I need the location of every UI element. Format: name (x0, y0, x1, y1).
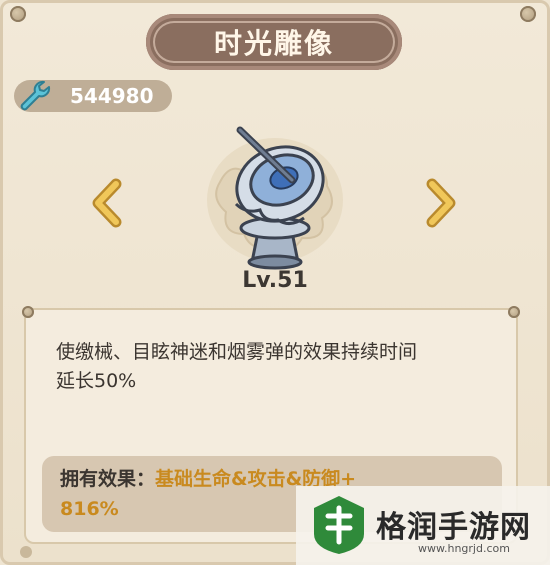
box-rivet-left (22, 306, 34, 318)
corner-rivet-top-left (10, 6, 26, 22)
wrench-icon (20, 80, 51, 111)
corner-rivet-top-right (520, 6, 536, 22)
box-rivet-right (508, 306, 520, 318)
artifact-level: Lv.51 (242, 268, 308, 293)
currency-value: 544980 (70, 84, 154, 108)
watermark-name: 格润手游网 (376, 510, 531, 545)
description-line-2: 延长50% (56, 370, 137, 392)
next-arrow-button[interactable] (420, 178, 460, 228)
sundial-statue-icon (207, 126, 343, 270)
title-plate: 时光雕像 (146, 14, 402, 70)
page-title: 时光雕像 (213, 27, 334, 60)
bottom-rivet-left (20, 546, 32, 558)
watermark: 格润手游网 www.hngrjd.com (296, 486, 550, 565)
description-text: 使缴械、目眩神迷和烟雾弹的效果持续时间 延长50% (56, 338, 496, 396)
watermark-url: www.hngrjd.com (418, 542, 510, 555)
prev-arrow-button[interactable] (88, 178, 128, 228)
watermark-logo-icon (314, 496, 364, 554)
description-line-1: 使缴械、目眩神迷和烟雾弹的效果持续时间 (56, 341, 418, 363)
effect-label: 拥有效果： (60, 468, 156, 490)
